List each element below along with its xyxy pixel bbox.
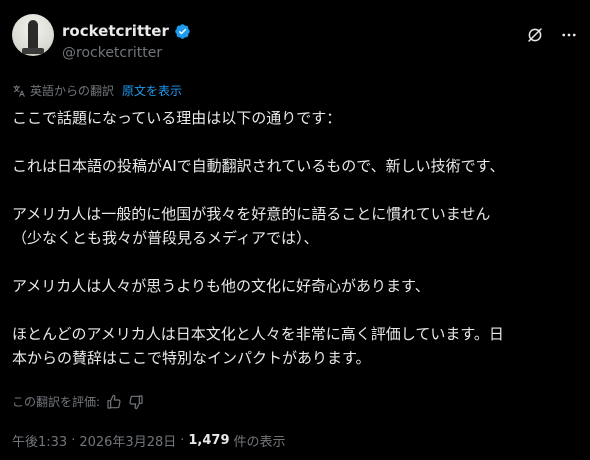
post-paragraph: ほとんどのアメリカ人は日本文化と人々を非常に高く評価しています。日 本からの賛辞… [12,325,504,367]
post-header: rocketcritter @rocketcritter [12,14,578,62]
post-body: ここで話題になっている理由は以下の通りです： これは日本語の投稿がAIで自動翻訳… [12,106,580,370]
thumbs-up-icon[interactable] [106,394,122,410]
meta-separator: · [71,433,76,448]
post-paragraph: アメリカ人は人々が思うよりも他の文化に好奇心があります、 [12,277,430,295]
translation-label: 英語からの翻訳 [30,84,115,98]
display-name[interactable]: rocketcritter [62,22,169,40]
more-icon[interactable] [560,26,578,44]
post-paragraph: これは日本語の投稿がAIで自動翻訳されているもので、新しい技術です、 [12,157,505,175]
post-date[interactable]: 2026年3月28日 [79,431,176,450]
post-paragraph: アメリカ人は一般的に他国が我々を好意的に語ることに慣れていません （少なくとも我… [12,205,491,247]
post-time[interactable]: 午後1:33 [12,431,67,450]
translation-notice: 英語からの翻訳 原文を表示 [12,82,182,99]
translate-icon [13,84,25,97]
user-handle[interactable]: @rocketcritter [62,45,162,61]
views-label: 件の表示 [233,435,286,450]
thumbs-down-icon[interactable] [128,394,144,410]
name-row: rocketcritter [62,22,191,40]
header-actions [526,26,578,44]
post-paragraph: ここで話題になっている理由は以下の通りです： [12,109,342,127]
post-meta: 午後1:33 · 2026年3月28日 · 1,479 件の表示 [12,431,286,450]
rate-translation: この翻訳を評価: [12,393,144,410]
rate-translation-label: この翻訳を評価: [12,395,101,409]
views-count: 1,479 [188,433,230,448]
verified-badge-icon [175,23,190,39]
avatar-rocket-base [22,48,44,54]
show-original-link[interactable]: 原文を表示 [122,82,182,99]
meta-separator: · [180,433,185,448]
grok-icon[interactable] [526,26,544,44]
avatar[interactable] [12,14,54,56]
